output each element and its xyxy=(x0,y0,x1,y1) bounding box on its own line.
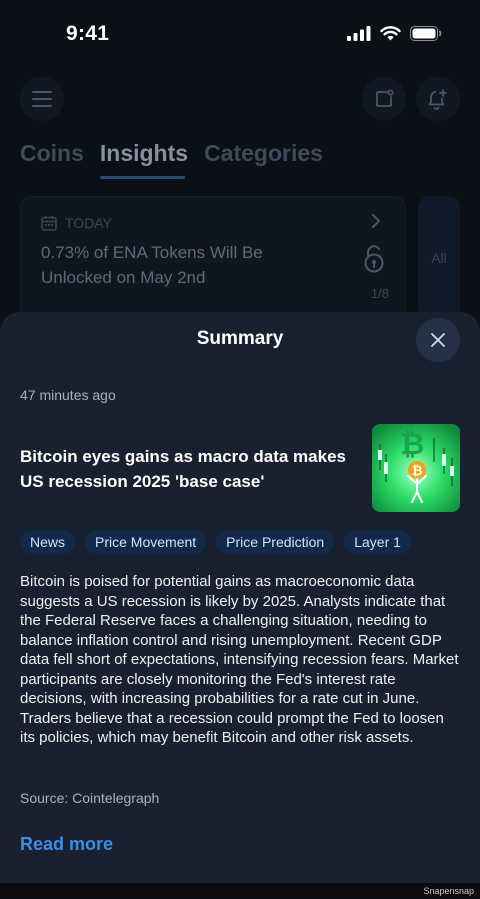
chevron-right-icon[interactable] xyxy=(371,213,381,229)
bookmark-badge-icon xyxy=(376,89,394,107)
tab-categories[interactable]: Categories xyxy=(204,140,323,167)
svg-text:₿: ₿ xyxy=(412,463,423,478)
svg-text:₿: ₿ xyxy=(400,428,424,461)
notification-bell-add-icon xyxy=(428,89,447,110)
insight-counter: 1/8 xyxy=(370,286,389,301)
article-thumbnail: ₿ ₿ xyxy=(372,424,460,512)
read-more-link[interactable]: Read more xyxy=(20,834,113,855)
article-headline: Bitcoin eyes gains as macro data makes U… xyxy=(20,447,346,491)
tab-insights[interactable]: Insights xyxy=(100,140,188,167)
unlock-icon xyxy=(364,245,384,273)
tag-layer-1[interactable]: Layer 1 xyxy=(344,530,411,554)
article-summary: Bitcoin is poised for potential gains as… xyxy=(20,573,459,746)
insight-card[interactable]: TODAY 0.73% of ENA Tokens Will Be Unlock… xyxy=(20,196,406,320)
hamburger-menu-icon xyxy=(32,91,52,107)
tag-price-movement[interactable]: Price Movement xyxy=(85,530,207,554)
insight-date-row: TODAY xyxy=(41,215,112,231)
all-insights-button[interactable]: All xyxy=(418,196,460,320)
tag-price-prediction[interactable]: Price Prediction xyxy=(216,530,335,554)
bookmark-button[interactable] xyxy=(362,77,406,121)
calendar-icon xyxy=(41,216,57,231)
summary-sheet: Summary 47 minutes ago Bitcoin eyes gain… xyxy=(0,312,480,883)
close-button[interactable] xyxy=(416,318,460,362)
insight-date-label: TODAY xyxy=(65,215,112,231)
bitcoin-thumbnail-image: ₿ ₿ xyxy=(372,424,460,512)
tag-news[interactable]: News xyxy=(20,530,76,554)
close-icon xyxy=(431,333,445,347)
watermark-bar: Snapensnap xyxy=(0,883,480,899)
menu-button[interactable] xyxy=(20,77,64,121)
watermark-text: Snapensnap xyxy=(423,886,474,896)
tab-coins[interactable]: Coins xyxy=(20,140,84,167)
insight-title: 0.73% of ENA Tokens Will Be Unlocked on … xyxy=(41,243,263,287)
background-screen: Coins Insights Categories TODAY 0.73% of… xyxy=(0,0,480,320)
notifications-button[interactable] xyxy=(416,77,460,121)
active-tab-indicator xyxy=(100,176,185,179)
main-tabs: Coins Insights Categories xyxy=(20,140,323,167)
sheet-title: Summary xyxy=(196,328,284,349)
tag-list: News Price Movement Price Prediction Lay… xyxy=(20,530,411,554)
article-source: Source: Cointelegraph xyxy=(20,790,160,806)
article-timestamp: 47 minutes ago xyxy=(20,387,116,403)
